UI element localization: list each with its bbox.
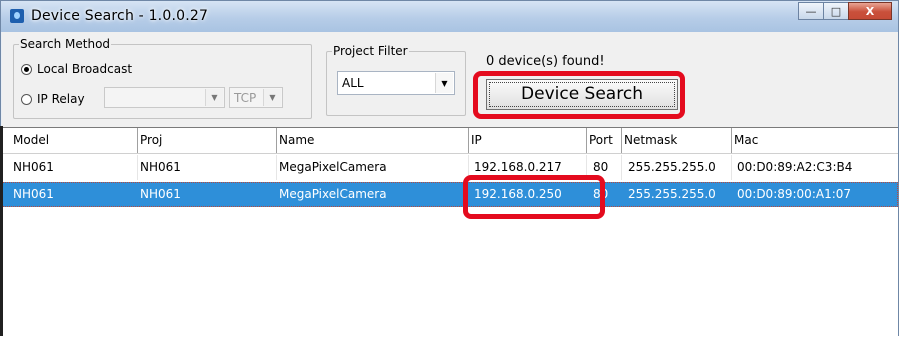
table-row[interactable]: NH061 NH061 MegaPixelCamera 192.168.0.21… xyxy=(2,155,898,180)
maximize-button[interactable]: □ xyxy=(823,2,849,20)
radio-local-broadcast-label: Local Broadcast xyxy=(37,62,133,76)
window-title: Device Search - 1.0.0.27 xyxy=(31,8,209,24)
search-panel: Search Method Local Broadcast IP Relay ▼… xyxy=(2,32,898,127)
radio-unselected-icon xyxy=(21,93,32,105)
cell-proj: NH061 xyxy=(138,155,277,180)
column-header-mac[interactable]: Mac xyxy=(732,128,898,153)
cell-mac: 00:D0:89:00:A1:07 xyxy=(737,187,852,201)
cell-netmask: 255.255.255.0 xyxy=(622,155,732,180)
minimize-button[interactable]: — xyxy=(798,2,824,20)
relay-protocol-combo[interactable]: TCP ▼ xyxy=(229,87,283,108)
radio-ip-relay[interactable]: IP Relay xyxy=(21,92,85,106)
table-row-selected[interactable]: NH061 NH061 MegaPixelCamera 192.168.0.25… xyxy=(2,182,898,207)
column-header-ip[interactable]: IP xyxy=(469,128,587,153)
cell-model: NH061 xyxy=(11,155,138,180)
device-search-button[interactable]: Device Search xyxy=(486,79,678,110)
cell-proj: NH061 xyxy=(140,187,181,201)
column-header-port[interactable]: Port xyxy=(587,128,622,153)
relay-address-combo[interactable]: ▼ xyxy=(104,87,225,108)
cell-model: NH061 xyxy=(13,187,54,201)
cell-ip: 192.168.0.250 xyxy=(474,187,562,201)
column-header-model[interactable]: Model xyxy=(11,128,138,153)
column-header-netmask[interactable]: Netmask xyxy=(622,128,732,153)
title-bar[interactable]: Device Search - 1.0.0.27 — □ X xyxy=(1,1,898,32)
column-header-name[interactable]: Name xyxy=(277,128,469,153)
project-filter-select[interactable]: ALL ▼ xyxy=(337,71,455,95)
cell-name: MegaPixelCamera xyxy=(277,155,469,180)
project-filter-value: ALL xyxy=(342,76,364,90)
radio-selected-icon xyxy=(21,63,32,75)
cell-port: 80 xyxy=(587,155,622,180)
cell-name: MegaPixelCamera xyxy=(279,187,387,201)
cell-netmask: 255.255.255.0 xyxy=(628,187,716,201)
radio-ip-relay-label: IP Relay xyxy=(37,92,85,106)
radio-local-broadcast[interactable]: Local Broadcast xyxy=(21,62,132,76)
close-button[interactable]: X xyxy=(848,2,892,20)
device-count-status: 0 device(s) found! xyxy=(486,54,605,69)
chevron-down-icon: ▼ xyxy=(435,73,453,93)
relay-protocol-value: TCP xyxy=(234,91,257,105)
search-method-legend: Search Method xyxy=(20,37,111,51)
table-header: Model Proj Name IP Port Netmask Mac xyxy=(2,128,898,154)
device-table: Model Proj Name IP Port Netmask Mac NH06… xyxy=(2,127,898,338)
column-header-proj[interactable]: Proj xyxy=(138,128,277,153)
app-icon xyxy=(10,9,24,23)
chevron-down-icon: ▼ xyxy=(205,89,223,106)
cell-mac: 00:D0:89:A2:C3:B4 xyxy=(737,160,853,174)
project-filter-legend: Project Filter xyxy=(333,44,408,58)
window-controls: — □ X xyxy=(798,2,892,21)
cell-ip: 192.168.0.217 xyxy=(469,155,587,180)
cell-port: 80 xyxy=(593,187,609,201)
left-window-edge xyxy=(0,126,3,336)
chevron-down-icon: ▼ xyxy=(263,89,281,106)
device-search-window: Device Search - 1.0.0.27 — □ X Search Me… xyxy=(0,0,899,338)
